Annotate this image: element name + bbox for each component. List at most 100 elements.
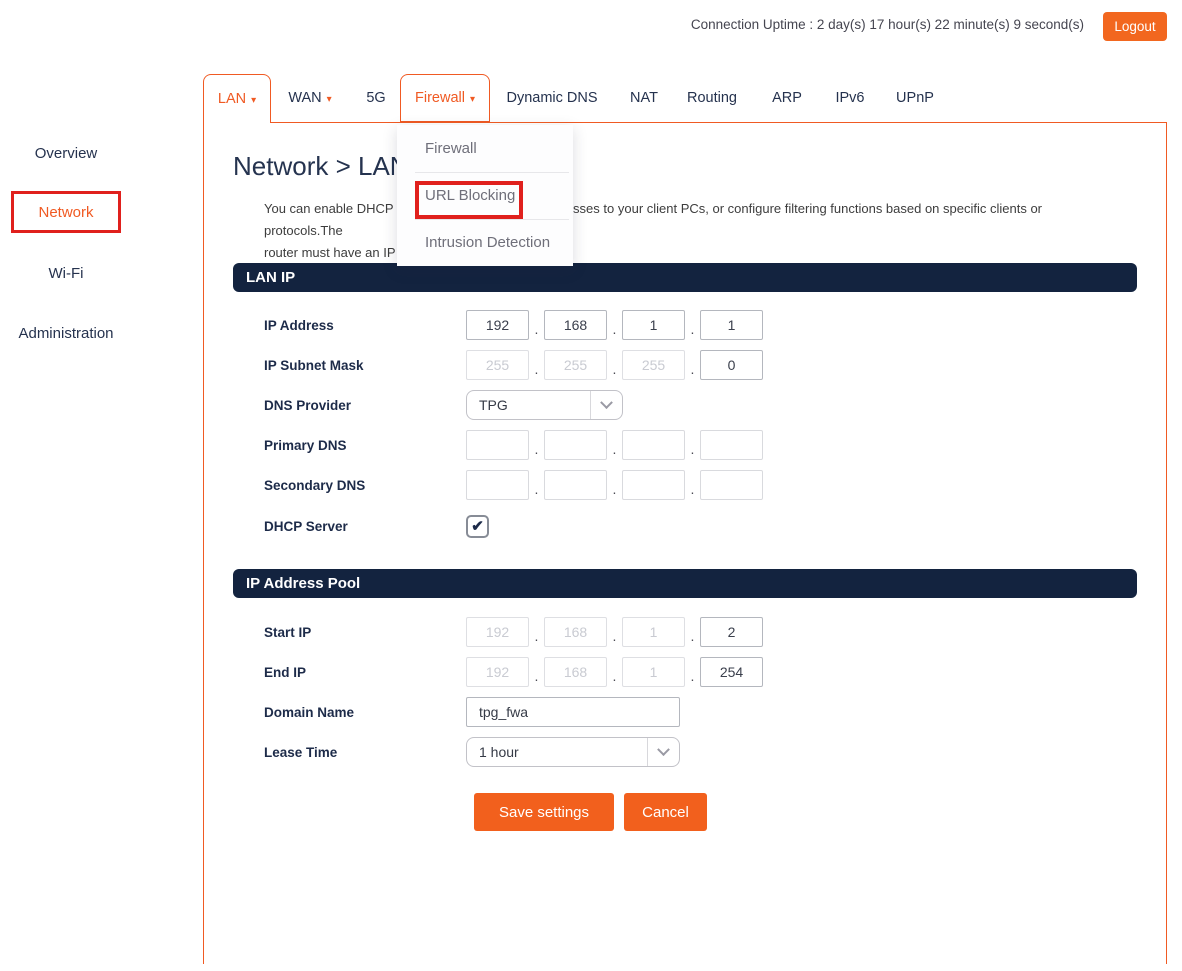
tab-ipv6[interactable]: IPv6 <box>830 74 870 122</box>
dns-provider-label: DNS Provider <box>264 398 466 413</box>
tab-arp[interactable]: ARP <box>768 74 806 122</box>
sidebar-item-overview[interactable]: Overview <box>0 145 132 162</box>
subnet-mask-octets: . . . <box>466 350 763 380</box>
octet-separator: . <box>529 668 544 687</box>
save-settings-button[interactable]: Save settings <box>474 793 614 831</box>
page-description-line2: router must have an IP address. <box>264 242 1124 264</box>
cancel-button[interactable]: Cancel <box>624 793 707 831</box>
dns-provider-select[interactable]: TPG <box>466 390 623 420</box>
dhcp-server-checkbox[interactable]: ✔ <box>466 515 489 538</box>
row-dns-provider: DNS Provider TPG <box>264 390 623 420</box>
tab-lan[interactable]: LAN ▾ <box>203 74 271 123</box>
section-header-ip-address-pool: IP Address Pool <box>233 569 1137 598</box>
secondary-dns-octets: . . . <box>466 470 763 500</box>
primary-dns-label: Primary DNS <box>264 438 466 453</box>
ip-address-label: IP Address <box>264 318 466 333</box>
primary-dns-octet-2[interactable] <box>544 430 607 460</box>
page-description-line1: You can enable DHCP to dynamically assig… <box>264 198 1124 242</box>
start-ip-octet-4[interactable] <box>700 617 763 647</box>
chevron-down-icon: ▾ <box>251 95 256 106</box>
octet-separator: . <box>685 628 700 647</box>
secondary-dns-octet-4[interactable] <box>700 470 763 500</box>
row-ip-address: IP Address . . . <box>264 310 763 340</box>
checkmark-icon: ✔ <box>471 519 484 534</box>
octet-separator: . <box>529 628 544 647</box>
octet-separator: . <box>685 361 700 380</box>
primary-dns-octet-3[interactable] <box>622 430 685 460</box>
secondary-dns-label: Secondary DNS <box>264 478 466 493</box>
secondary-dns-octet-3[interactable] <box>622 470 685 500</box>
octet-separator: . <box>607 628 622 647</box>
tab-upnp[interactable]: UPnP <box>892 74 938 122</box>
chevron-down-icon: ▾ <box>470 94 475 105</box>
row-subnet-mask: IP Subnet Mask . . . <box>264 350 763 380</box>
end-ip-octet-2 <box>544 657 607 687</box>
primary-dns-octet-1[interactable] <box>466 430 529 460</box>
dhcp-server-label: DHCP Server <box>264 519 466 534</box>
end-ip-label: End IP <box>264 665 466 680</box>
firewall-dropdown-menu: Firewall URL Blocking Intrusion Detectio… <box>397 125 573 266</box>
octet-separator: . <box>529 481 544 500</box>
secondary-dns-octet-2[interactable] <box>544 470 607 500</box>
subnet-mask-octet-4[interactable] <box>700 350 763 380</box>
logout-button[interactable]: Logout <box>1103 12 1167 41</box>
chevron-down-icon <box>657 743 670 756</box>
row-start-ip: Start IP . . . <box>264 617 763 647</box>
menu-item-intrusion-detection[interactable]: Intrusion Detection <box>397 219 573 266</box>
domain-name-label: Domain Name <box>264 705 466 720</box>
octet-separator: . <box>607 481 622 500</box>
secondary-dns-octet-1[interactable] <box>466 470 529 500</box>
end-ip-octets: . . . <box>466 657 763 687</box>
end-ip-octet-3 <box>622 657 685 687</box>
subnet-mask-octet-1 <box>466 350 529 380</box>
tab-firewall-label: Firewall <box>415 90 465 106</box>
content-panel: Network > LAN You can enable DHCP to dyn… <box>203 122 1167 964</box>
start-ip-octet-3 <box>622 617 685 647</box>
octet-separator: . <box>607 361 622 380</box>
lease-time-value: 1 hour <box>467 744 647 760</box>
octet-separator: . <box>529 361 544 380</box>
ip-address-octet-1[interactable] <box>466 310 529 340</box>
octet-separator: . <box>607 441 622 460</box>
octet-separator: . <box>685 441 700 460</box>
tab-wan[interactable]: WAN▾ <box>272 74 348 122</box>
octet-separator: . <box>607 668 622 687</box>
octet-separator: . <box>685 321 700 340</box>
octet-separator: . <box>529 441 544 460</box>
row-primary-dns: Primary DNS . . . <box>264 430 763 460</box>
ip-address-octet-4[interactable] <box>700 310 763 340</box>
lease-time-select[interactable]: 1 hour <box>466 737 680 767</box>
tab-wan-label: WAN <box>288 90 321 106</box>
sidebar-item-administration[interactable]: Administration <box>0 325 132 342</box>
sidebar-item-wifi[interactable]: Wi-Fi <box>0 265 132 282</box>
ip-address-octet-3[interactable] <box>622 310 685 340</box>
domain-name-input[interactable] <box>466 697 680 727</box>
tab-firewall[interactable]: Firewall ▾ <box>400 74 490 122</box>
menu-item-url-blocking[interactable]: URL Blocking <box>397 172 573 219</box>
start-ip-label: Start IP <box>264 625 466 640</box>
ip-address-octet-2[interactable] <box>544 310 607 340</box>
end-ip-octet-1 <box>466 657 529 687</box>
dns-provider-dropdown-button[interactable] <box>590 391 622 419</box>
tab-routing[interactable]: Routing <box>684 74 740 122</box>
row-domain-name: Domain Name <box>264 697 680 727</box>
primary-dns-octet-4[interactable] <box>700 430 763 460</box>
row-end-ip: End IP . . . <box>264 657 763 687</box>
tab-nat[interactable]: NAT <box>626 74 662 122</box>
tab-lan-label: LAN <box>218 91 246 107</box>
connection-uptime-text: Connection Uptime : 2 day(s) 17 hour(s) … <box>691 17 1084 32</box>
octet-separator: . <box>529 321 544 340</box>
tab-5g[interactable]: 5G <box>356 74 396 122</box>
section-header-lan-ip: LAN IP <box>233 263 1137 292</box>
end-ip-octet-4[interactable] <box>700 657 763 687</box>
tab-dynamic-dns[interactable]: Dynamic DNS <box>504 74 600 122</box>
start-ip-octet-2 <box>544 617 607 647</box>
menu-item-firewall[interactable]: Firewall <box>397 125 573 172</box>
octet-separator: . <box>685 668 700 687</box>
lease-time-dropdown-button[interactable] <box>647 738 679 766</box>
sidebar-item-network[interactable]: Network <box>0 204 132 221</box>
subnet-mask-octet-3 <box>622 350 685 380</box>
subnet-mask-octet-2 <box>544 350 607 380</box>
subnet-mask-label: IP Subnet Mask <box>264 358 466 373</box>
page-title: Network > LAN <box>233 151 409 182</box>
